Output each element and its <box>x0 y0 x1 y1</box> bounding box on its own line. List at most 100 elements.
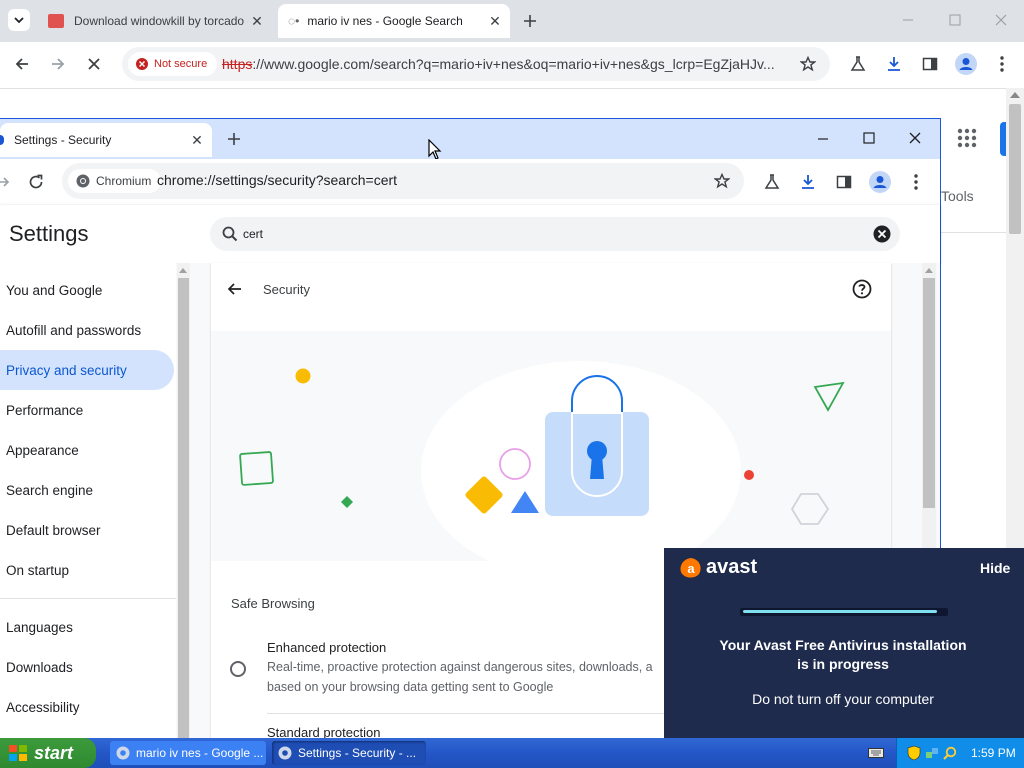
downloads-button[interactable] <box>882 52 906 76</box>
green-diamond <box>341 496 353 508</box>
safe-browsing-heading: Safe Browsing <box>231 596 315 611</box>
tab-google-search[interactable]: ◌• mario iv nes - Google Search ✕ <box>278 4 510 38</box>
search-input[interactable]: cert <box>243 227 263 241</box>
new-tab-button[interactable] <box>518 9 542 33</box>
close-window-button[interactable] <box>903 126 927 150</box>
address-text[interactable]: https://www.google.com/search?q=mario+iv… <box>222 56 792 72</box>
close-window-button[interactable] <box>989 8 1013 32</box>
close-tab-icon[interactable]: ✕ <box>248 12 266 30</box>
loading-favicon-icon: ◌• <box>288 14 300 28</box>
nav-scrollbar[interactable] <box>177 263 190 739</box>
menu-button[interactable] <box>990 52 1014 76</box>
scroll-up-arrow-icon[interactable] <box>179 268 187 273</box>
labs-button[interactable] <box>760 170 784 194</box>
downloads-button[interactable] <box>796 170 820 194</box>
itchio-favicon-icon <box>48 14 64 28</box>
minimize-button[interactable] <box>811 127 835 151</box>
stop-button[interactable] <box>82 52 106 76</box>
forward-button[interactable] <box>0 170 16 194</box>
nav-on-startup[interactable]: On startup <box>0 550 174 590</box>
nav-autofill[interactable]: Autofill and passwords <box>0 310 174 350</box>
reload-button[interactable] <box>24 170 48 194</box>
security-chip[interactable]: Not secure <box>128 52 218 76</box>
search-tray-icon[interactable] <box>943 746 957 760</box>
taskbar: start mario iv nes - Google ... Settings… <box>0 738 1024 768</box>
close-tab-icon[interactable]: ✕ <box>188 131 206 149</box>
bookmark-star-button[interactable] <box>710 169 734 193</box>
avast-hide-button[interactable]: Hide <box>980 560 1010 576</box>
scrollbar-thumb[interactable] <box>923 278 935 508</box>
address-text[interactable]: chrome://settings/security?search=cert <box>157 172 397 188</box>
network-icon[interactable] <box>925 746 939 760</box>
nav-appearance[interactable]: Appearance <box>0 430 174 470</box>
chromium-logo-icon <box>76 174 90 188</box>
taskbar-item-google-search[interactable]: mario iv nes - Google ... <box>110 741 266 765</box>
side-panel-button[interactable] <box>918 52 942 76</box>
help-button[interactable] <box>852 279 872 299</box>
enhanced-protection-radio[interactable] <box>230 661 246 677</box>
nav-downloads[interactable]: Downloads <box>0 647 174 687</box>
new-tab-button[interactable] <box>222 127 246 151</box>
settings-search-field[interactable]: cert <box>210 217 900 251</box>
nav-languages[interactable]: Languages <box>0 607 174 647</box>
taskbar-item-settings[interactable]: Settings - Security - ... <box>272 741 426 765</box>
minimize-icon <box>818 138 828 140</box>
scroll-up-arrow-icon[interactable] <box>1010 92 1020 98</box>
chromium-chip[interactable]: Chromium <box>68 169 162 193</box>
green-triangle <box>813 381 845 412</box>
svg-text:a: a <box>687 561 695 576</box>
nav-you-and-google[interactable]: You and Google <box>0 270 174 310</box>
minimize-button[interactable] <box>896 8 920 32</box>
plus-icon <box>524 15 536 27</box>
url-rest: ://www.google.com/search?q=mario+iv+nes&… <box>252 56 775 72</box>
scroll-up-arrow-icon[interactable] <box>925 268 933 273</box>
back-window-tabstrip: Download windowkill by torcado - itch.io… <box>0 0 1024 42</box>
scrollbar-thumb[interactable] <box>1009 104 1021 234</box>
arrow-right-icon <box>52 58 65 70</box>
bookmark-star-button[interactable] <box>796 52 820 76</box>
menu-button[interactable] <box>904 170 928 194</box>
tab-settings-security[interactable]: Settings - Security ✕ <box>0 123 212 157</box>
clear-search-icon[interactable] <box>873 225 891 243</box>
url-scheme: https <box>222 56 253 72</box>
profile-button[interactable] <box>868 170 892 194</box>
labs-button[interactable] <box>846 52 870 76</box>
nav-default-browser[interactable]: Default browser <box>0 510 174 550</box>
tab-search-button[interactable] <box>8 9 30 31</box>
chromium-logo-icon <box>278 746 292 760</box>
grey-hexagon <box>790 493 830 525</box>
settings-omnibox[interactable]: Chromium chrome://settings/security?sear… <box>62 163 744 199</box>
back-button[interactable] <box>10 52 34 76</box>
forward-button[interactable] <box>46 52 70 76</box>
google-apps-button[interactable] <box>957 128 977 148</box>
mouse-cursor-icon <box>428 139 442 161</box>
tab-windowkill[interactable]: Download windowkill by torcado - itch.io… <box>40 4 272 38</box>
clock[interactable]: 1:59 PM <box>971 746 1016 760</box>
maximize-button[interactable] <box>943 8 967 32</box>
nav-performance[interactable]: Performance <box>0 390 174 430</box>
side-panel-button[interactable] <box>832 170 856 194</box>
back-window-omnibox[interactable]: Not secure https://www.google.com/search… <box>122 47 830 81</box>
back-page-scrollbar[interactable] <box>1006 88 1024 548</box>
security-shield-icon[interactable] <box>907 745 921 761</box>
avast-logo: a avast <box>679 556 757 579</box>
nav-privacy-security[interactable]: Privacy and security <box>0 350 174 390</box>
yellow-dot <box>295 368 311 384</box>
start-button[interactable]: start <box>0 738 96 768</box>
keyboard-icon[interactable] <box>868 746 884 760</box>
profile-button[interactable] <box>954 52 978 76</box>
download-icon <box>802 175 814 189</box>
flask-icon <box>764 174 780 189</box>
scrollbar-thumb[interactable] <box>178 278 189 739</box>
taskbar-item-label: Settings - Security - ... <box>298 746 417 760</box>
help-icon <box>852 279 872 299</box>
chromium-chip-label: Chromium <box>96 174 152 188</box>
nav-search-engine[interactable]: Search engine <box>0 470 174 510</box>
close-tab-icon[interactable]: ✕ <box>486 12 504 30</box>
back-arrow-button[interactable] <box>227 281 243 297</box>
nav-accessibility[interactable]: Accessibility <box>0 687 174 727</box>
maximize-button[interactable] <box>857 126 881 150</box>
tools-link[interactable]: Tools <box>941 188 974 204</box>
avast-logo-icon: a <box>680 557 701 578</box>
settings-tabstrip: Settings - Security ✕ <box>0 119 940 161</box>
